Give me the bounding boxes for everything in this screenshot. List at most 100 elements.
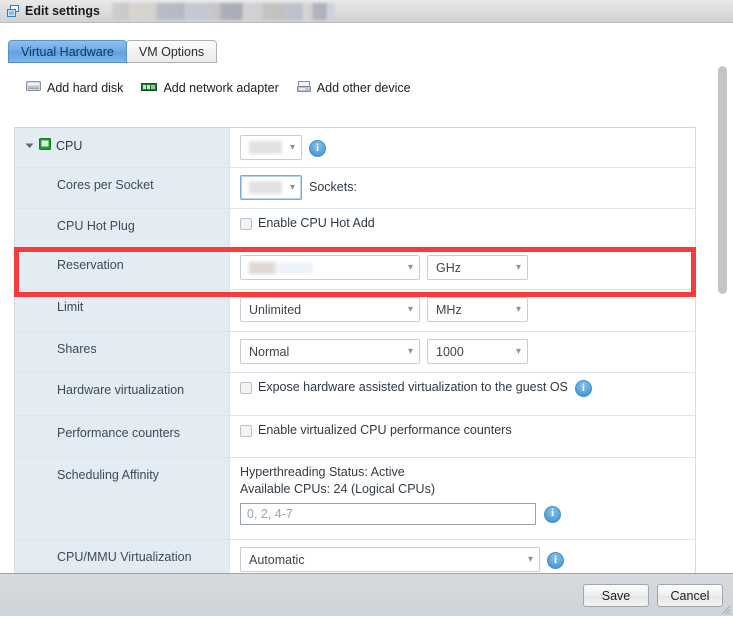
add-hard-disk-button[interactable]: Add hard disk	[26, 80, 123, 96]
row-value-cell: Hyperthreading Status: Active Available …	[230, 458, 695, 539]
cores-per-socket-dropdown[interactable]: ▾	[240, 175, 302, 200]
shares-amount-dropdown[interactable]: 1000 ▾	[427, 339, 528, 364]
add-hard-disk-label: Add hard disk	[47, 81, 124, 95]
limit-unit-value: MHz	[436, 302, 462, 317]
expose-hw-virtualization-control[interactable]: Expose hardware assisted virtualization …	[240, 380, 568, 394]
cpu-row-label: CPU	[15, 138, 82, 153]
cores-per-socket-value-redacted	[249, 181, 282, 194]
row-label-cell: Performance counters	[15, 416, 230, 457]
table-row-shares: Shares Normal ▾ 1000 ▾	[15, 332, 695, 373]
limit-label: Limit	[57, 300, 84, 314]
row-label-cell: Hardware virtualization	[15, 373, 230, 415]
reservation-unit-value: GHz	[436, 260, 461, 275]
scheduling-affinity-details: Hyperthreading Status: Active Available …	[240, 465, 561, 525]
cpu-info-icon[interactable]: i	[309, 140, 326, 157]
row-label-cell: Limit	[15, 290, 230, 331]
scheduling-affinity-info-icon[interactable]: i	[544, 505, 561, 523]
save-button[interactable]: Save	[583, 584, 649, 607]
limit-value-dropdown[interactable]: Unlimited ▾	[240, 297, 420, 322]
sockets-label: Sockets:	[309, 180, 357, 194]
enable-cpu-hot-add-control[interactable]: Enable CPU Hot Add	[240, 216, 375, 230]
enable-cpu-hot-add-checkbox[interactable]	[240, 218, 252, 230]
table-row-cpu-hot-plug: CPU Hot Plug Enable CPU Hot Add	[15, 209, 695, 248]
row-label-cell: Cores per Socket	[15, 168, 230, 208]
row-label-cell: Reservation	[15, 248, 230, 289]
tab-vm-options-label: VM Options	[138, 45, 205, 59]
row-value-cell: Unlimited ▾ MHz ▾	[230, 290, 695, 331]
scheduling-affinity-label: Scheduling Affinity	[57, 468, 159, 482]
chevron-down-icon: ▾	[515, 261, 521, 273]
device-toolbar: Add hard disk Add network adapter Add ot…	[26, 80, 411, 96]
chevron-down-icon: ▾	[289, 181, 295, 193]
dialog-footer: Save Cancel	[0, 573, 733, 616]
shares-label: Shares	[57, 342, 97, 356]
cancel-button[interactable]: Cancel	[657, 584, 723, 607]
scheduling-affinity-input[interactable]	[240, 503, 536, 525]
limit-unit-dropdown[interactable]: MHz ▾	[427, 297, 528, 322]
shares-amount-value: 1000	[436, 344, 464, 359]
enable-perf-counters-checkbox[interactable]	[240, 425, 252, 437]
chevron-down-icon: ▾	[515, 303, 521, 315]
cpu-count-value-redacted	[249, 141, 282, 154]
reservation-unit-dropdown[interactable]: GHz ▾	[427, 255, 528, 280]
chevron-down-icon: ▾	[407, 303, 413, 315]
reservation-value-redacted	[249, 261, 313, 274]
tab-vm-options[interactable]: VM Options	[125, 40, 218, 63]
row-value-cell: Enable CPU Hot Add	[230, 209, 695, 247]
cores-per-socket-label: Cores per Socket	[57, 178, 154, 192]
cpu-hot-plug-label: CPU Hot Plug	[57, 219, 135, 233]
cpu-mmu-virtualization-dropdown[interactable]: Automatic ▾	[240, 547, 540, 572]
tab-virtual-hardware[interactable]: Virtual Hardware	[8, 40, 127, 63]
enable-cpu-hot-add-label: Enable CPU Hot Add	[258, 216, 375, 230]
table-row-cpu: CPU ▾ i	[15, 128, 695, 168]
table-row-scheduling-affinity: Scheduling Affinity Hyperthreading Statu…	[15, 458, 695, 540]
reservation-value-dropdown[interactable]: ▾	[240, 255, 420, 280]
cpu-mmu-virtualization-value: Automatic	[249, 552, 305, 567]
tab-virtual-hardware-label: Virtual Hardware	[21, 45, 114, 59]
enable-perf-counters-label: Enable virtualized CPU performance count…	[258, 423, 512, 437]
shares-level-value: Normal	[249, 344, 290, 359]
resize-grip-icon[interactable]	[719, 603, 731, 615]
chevron-down-icon: ▾	[515, 345, 521, 357]
row-value-cell: Expose hardware assisted virtualization …	[230, 373, 695, 415]
hardware-virtualization-info-icon[interactable]: i	[574, 380, 592, 397]
cpu-mmu-virtualization-info-icon[interactable]: i	[547, 552, 564, 569]
vertical-scrollbar-thumb[interactable]	[718, 66, 727, 294]
reservation-label: Reservation	[57, 258, 124, 272]
dialog-titlebar: Edit settings	[0, 0, 733, 23]
limit-value: Unlimited	[249, 302, 302, 317]
available-cpus-text: Available CPUs: 24 (Logical CPUs)	[240, 482, 435, 496]
network-adapter-icon	[141, 81, 158, 96]
tab-bar: Virtual Hardware VM Options	[8, 40, 218, 63]
add-other-device-button[interactable]: Add other device	[296, 80, 411, 96]
chevron-down-icon: ▾	[407, 345, 413, 357]
chevron-down-icon: ▾	[289, 141, 295, 153]
other-device-icon	[296, 80, 311, 96]
expand-collapse-caret-icon[interactable]	[25, 139, 34, 153]
table-row-hardware-virtualization: Hardware virtualization Expose hardware …	[15, 373, 695, 416]
cpu-mmu-virtualization-label: CPU/MMU Virtualization	[57, 550, 192, 564]
hardware-settings-table: CPU ▾ i Cores per Socket ▾ Sockets: CPU …	[14, 127, 696, 599]
row-value-cell: ▾ i	[230, 128, 695, 167]
dialog-body: Virtual Hardware VM Options Add hard dis…	[0, 23, 733, 599]
cpu-count-dropdown[interactable]: ▾	[240, 135, 302, 160]
table-row-cores-per-socket: Cores per Socket ▾ Sockets:	[15, 168, 695, 209]
enable-perf-counters-control[interactable]: Enable virtualized CPU performance count…	[240, 423, 512, 437]
redacted-vm-name	[112, 2, 335, 20]
row-value-cell: Normal ▾ 1000 ▾	[230, 332, 695, 372]
scheduling-affinity-input-row: i	[240, 503, 561, 525]
performance-counters-label: Performance counters	[57, 426, 180, 440]
expose-hw-virtualization-checkbox[interactable]	[240, 382, 252, 394]
add-other-device-label: Add other device	[316, 81, 411, 95]
shares-level-dropdown[interactable]: Normal ▾	[240, 339, 420, 364]
edit-settings-dialog: Edit settings Virtual Hardware VM Option…	[0, 0, 733, 616]
footer-buttons: Save Cancel	[583, 584, 723, 607]
row-label-cell: Shares	[15, 332, 230, 372]
add-network-adapter-button[interactable]: Add network adapter	[141, 81, 279, 96]
vm-settings-icon	[6, 4, 20, 18]
cancel-button-label: Cancel	[670, 588, 710, 603]
hyperthreading-status-text: Hyperthreading Status: Active	[240, 465, 405, 479]
table-row-performance-counters: Performance counters Enable virtualized …	[15, 416, 695, 458]
cpu-label-text: CPU	[56, 138, 83, 153]
add-network-adapter-label: Add network adapter	[163, 81, 279, 95]
